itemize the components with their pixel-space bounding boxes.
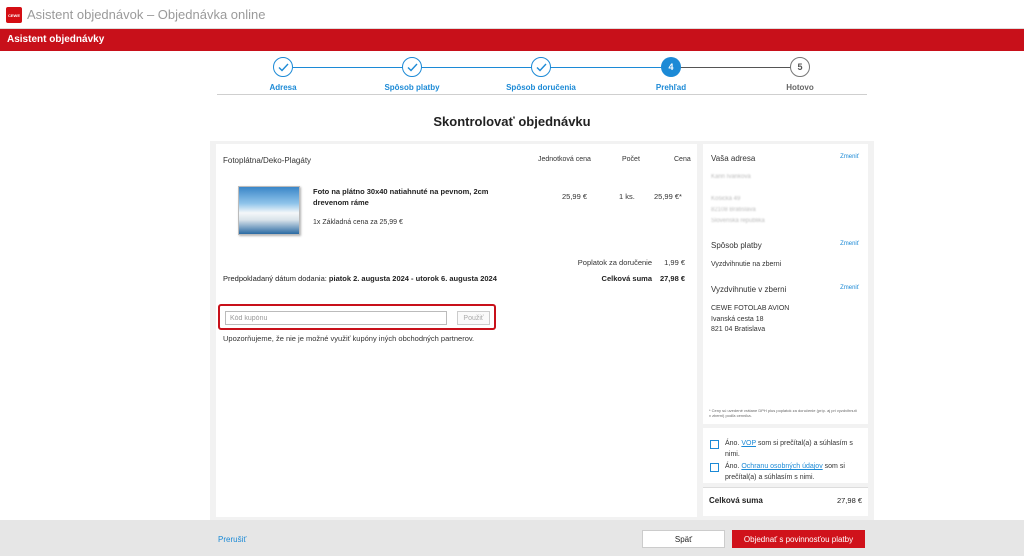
change-payment-link[interactable]: Zmeniť [840, 241, 859, 247]
grand-total: Celková suma 27,98 € [703, 487, 868, 516]
step-4-circle: 4 [661, 57, 681, 77]
column-quantity: Počet [622, 156, 640, 163]
window-titlebar: CEWE Asistent objednávok – Objednávka on… [0, 0, 1024, 29]
pickup-line: Ivanská cesta 18 [711, 315, 764, 323]
delivery-estimate: Predpokladaný dátum dodania: piatok 2. a… [223, 274, 497, 283]
privacy-link[interactable]: Ochranu osobných údajov [741, 463, 822, 470]
payment-value: Vyzdvihnutie na zberni [711, 261, 782, 268]
product-base-price: 1x Základná cena za 25,99 € [313, 219, 403, 226]
vop-prefix: Áno. [725, 440, 742, 447]
privacy-prefix: Áno. [725, 463, 742, 470]
price-fine-print: * Ceny sú uvedené vrátane DPH plus popla… [709, 408, 857, 418]
cart-total-value: 27,98 € [659, 274, 685, 283]
vop-checkbox[interactable] [710, 440, 719, 449]
step-5-label: Hotovo [786, 83, 814, 92]
page-content: Adresa Spôsob platby Spôsob doručenia 4 … [0, 51, 1024, 520]
step-1-circle[interactable] [273, 57, 293, 77]
address-line: Slovenská republika [711, 218, 765, 224]
step-5-circle: 5 [790, 57, 810, 77]
progress-stepper: Adresa Spôsob platby Spôsob doručenia 4 … [217, 51, 867, 95]
pickup-line: CEWE FOTOLAB AVION [711, 305, 790, 312]
shipping-fee-value: 1,99 € [664, 258, 685, 267]
step-2-circle[interactable] [402, 57, 422, 77]
coupon-note: Upozorňujeme, že nie je možné využiť kup… [223, 334, 475, 343]
coupon-input[interactable] [225, 311, 447, 325]
app-header-title: Asistent objednávky [7, 34, 105, 45]
consent-section: Áno. VOP som si prečítal(a) a súhlasím s… [703, 428, 868, 483]
app-header: Asistent objednávky [0, 29, 1024, 51]
item-price: 25,99 €* [654, 192, 682, 201]
check-icon [407, 63, 418, 72]
pickup-line: 821 04 Bratislava [711, 326, 766, 333]
step-4-label: Prehľad [655, 83, 687, 92]
back-button[interactable]: Späť [642, 530, 725, 548]
coupon-section: Použiť [218, 304, 496, 330]
check-icon [278, 63, 289, 72]
cart-total-label: Celková suma [601, 274, 652, 283]
grand-total-label: Celková suma [709, 496, 763, 505]
payment-heading: Spôsob platby [711, 241, 762, 250]
window-title: Asistent objednávok – Objednávka online [27, 7, 266, 22]
order-summary-sidebar: Vaša adresa Zmeniť Karin Ivanková Košick… [703, 144, 868, 424]
change-pickup-link[interactable]: Zmeniť [840, 285, 859, 291]
privacy-checkbox[interactable] [710, 463, 719, 472]
product-category: Fotoplátna/Deko-Plagáty [223, 156, 312, 165]
place-order-button[interactable]: Objednať s povinnosťou platby [732, 530, 865, 548]
shipping-fee-label: Poplatok za doručenie [577, 258, 652, 267]
address-heading: Vaša adresa [711, 154, 756, 163]
delivery-label: Predpokladaný dátum dodania: [223, 274, 327, 283]
step-3-circle[interactable] [531, 57, 551, 77]
stepper-line-todo [681, 67, 791, 68]
step-1-label[interactable]: Adresa [223, 83, 343, 92]
page-title: Skontrolovať objednávku [433, 114, 591, 129]
pickup-heading: Vyzdvihnutie v zberni [711, 285, 787, 294]
apply-coupon-button[interactable]: Použiť [457, 311, 490, 325]
step-3-label[interactable]: Spôsob doručenia [481, 83, 601, 92]
grand-total-value: 27,98 € [836, 496, 862, 505]
address-line: 82108 Bratislava [711, 207, 756, 213]
cancel-link[interactable]: Prerušiť [218, 535, 246, 544]
vop-consent-text: Áno. VOP som si prečítal(a) a súhlasím s… [725, 438, 863, 460]
vop-link[interactable]: VOP [741, 440, 756, 447]
product-thumbnail[interactable] [238, 186, 300, 235]
address-line: Košická 49 [711, 196, 741, 202]
product-title: Foto na plátno 30x40 natiahnuté na pevno… [313, 187, 489, 207]
address-line: Karin Ivanková [711, 174, 751, 180]
cewe-logo-icon: CEWE [6, 7, 22, 23]
change-address-link[interactable]: Zmeniť [840, 154, 859, 160]
column-unit-price: Jednotková cena [538, 156, 591, 163]
order-items-card: Fotoplátna/Deko-Plagáty Jednotková cena … [216, 144, 697, 517]
check-icon [536, 63, 547, 72]
item-unit-price: 25,99 € [562, 192, 588, 201]
privacy-consent-text: Áno. Ochranu osobných údajov som si preč… [725, 461, 863, 483]
column-price: Cena [674, 156, 691, 163]
delivery-dates: piatok 2. augusta 2024 - utorok 6. augus… [328, 274, 497, 283]
item-quantity: 1 ks. [619, 192, 635, 201]
step-2-label[interactable]: Spôsob platby [352, 83, 472, 92]
footer-bar: Prerušiť Späť Objednať s povinnosťou pla… [0, 520, 1024, 556]
